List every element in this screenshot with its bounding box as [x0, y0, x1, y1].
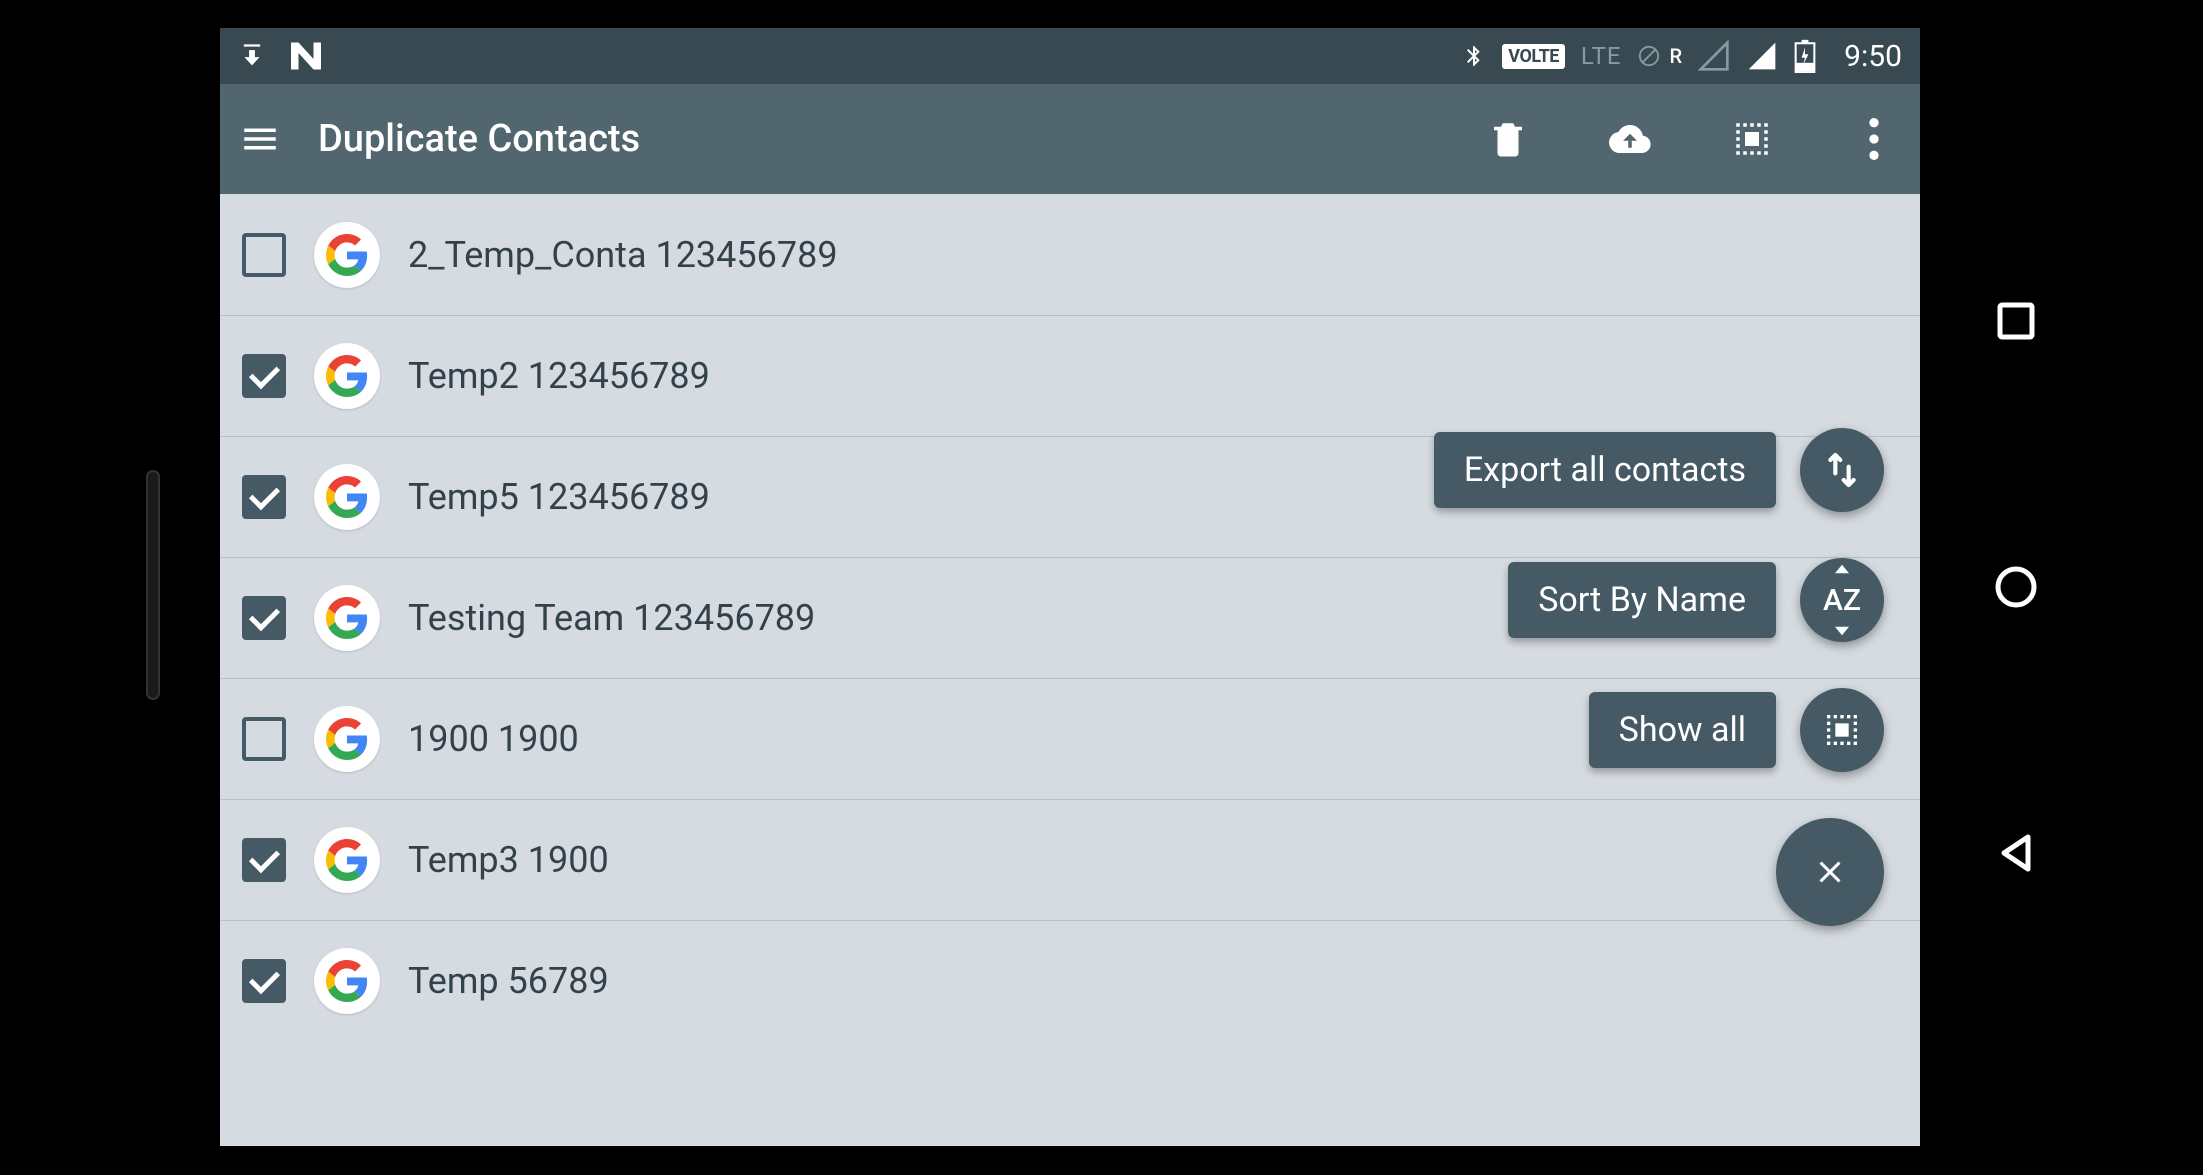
roaming-indicator: R [1670, 44, 1683, 68]
contact-checkbox[interactable] [242, 959, 286, 1003]
google-account-icon [314, 948, 380, 1014]
fab-menu: Export all contacts Sort By Name AZ Show… [1434, 428, 1884, 926]
cloud-upload-button[interactable] [1602, 111, 1658, 167]
show-all-button[interactable]: Show all [1589, 692, 1776, 768]
sort-az-icon: AZ [1823, 583, 1861, 618]
close-fab[interactable] [1776, 818, 1884, 926]
contact-row[interactable]: 2_Temp_Conta 123456789 [220, 194, 1920, 315]
status-clock: 9:50 [1844, 39, 1902, 74]
contact-label: 1900 1900 [408, 718, 579, 760]
contact-label: Temp5 123456789 [408, 476, 710, 518]
google-account-icon [314, 464, 380, 530]
sort-fab[interactable]: AZ [1800, 558, 1884, 642]
contact-row[interactable]: Temp2 123456789 [220, 315, 1920, 436]
google-account-icon [314, 827, 380, 893]
signal-empty-icon [1698, 40, 1730, 72]
n-icon [288, 42, 324, 70]
signal-full-icon [1746, 40, 1778, 72]
contact-label: Temp2 123456789 [408, 355, 710, 397]
google-account-icon [314, 222, 380, 288]
app-bar: Duplicate Contacts [220, 84, 1920, 194]
contact-label: Temp 56789 [408, 960, 609, 1002]
contact-checkbox[interactable] [242, 838, 286, 882]
google-account-icon [314, 706, 380, 772]
device-speaker [146, 470, 160, 700]
export-fab[interactable] [1800, 428, 1884, 512]
export-all-button[interactable]: Export all contacts [1434, 432, 1776, 508]
delete-button[interactable] [1480, 111, 1536, 167]
page-title: Duplicate Contacts [318, 117, 1414, 161]
contact-checkbox[interactable] [242, 717, 286, 761]
contact-label: 2_Temp_Conta 123456789 [408, 234, 838, 276]
sort-by-name-button[interactable]: Sort By Name [1508, 562, 1776, 638]
select-all-button[interactable] [1724, 111, 1780, 167]
overflow-menu-button[interactable] [1846, 111, 1902, 167]
show-all-fab[interactable] [1800, 688, 1884, 772]
contact-checkbox[interactable] [242, 233, 286, 277]
battery-charging-icon [1794, 39, 1816, 73]
google-account-icon [314, 585, 380, 651]
system-nav-bar [1950, 28, 2082, 1146]
contact-label: Temp3 1900 [408, 839, 609, 881]
recents-button[interactable] [1992, 297, 2040, 345]
menu-button[interactable] [238, 117, 282, 161]
contact-checkbox[interactable] [242, 354, 286, 398]
lte-indicator: LTE [1581, 42, 1622, 70]
contact-checkbox[interactable] [242, 596, 286, 640]
bluetooth-icon [1462, 39, 1486, 73]
volte-badge: VOLTE [1502, 44, 1565, 69]
download-icon [238, 42, 266, 70]
contact-row[interactable]: Temp 56789 [220, 920, 1920, 1041]
contact-label: Testing Team 123456789 [408, 597, 815, 639]
home-button[interactable] [1992, 563, 2040, 611]
status-bar: VOLTE LTE R 9:50 [220, 28, 1920, 84]
back-button[interactable] [1992, 829, 2040, 877]
google-account-icon [314, 343, 380, 409]
no-signal-icon [1638, 45, 1660, 67]
contact-checkbox[interactable] [242, 475, 286, 519]
